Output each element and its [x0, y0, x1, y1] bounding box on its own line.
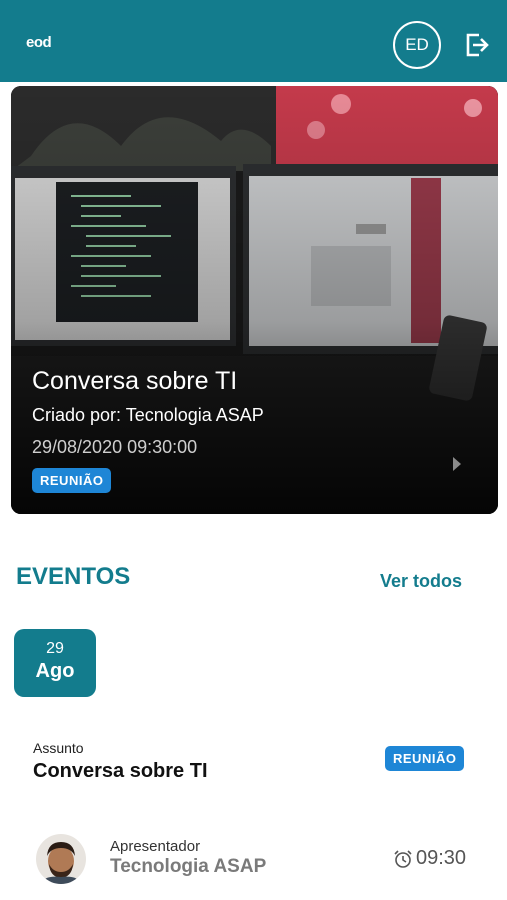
event-type-badge: REUNIÃO	[385, 746, 465, 771]
alarm-clock-icon	[394, 849, 412, 868]
event-subject[interactable]: Conversa sobre TI	[33, 760, 208, 783]
featured-event-creator: Criado por: Tecnologia ASAP	[32, 405, 264, 425]
chevron-right-icon[interactable]	[451, 456, 463, 472]
event-time-value: 09:30	[416, 847, 467, 869]
event-date-month: Ago	[35, 660, 75, 682]
logout-icon[interactable]	[463, 31, 491, 59]
top-app-bar: eod ED	[0, 0, 507, 82]
featured-event-title: Conversa sobre TI	[32, 367, 238, 395]
user-avatar-button[interactable]: ED	[393, 21, 441, 69]
event-date-badge: 29 Ago	[14, 629, 96, 697]
app-logo: eod	[26, 34, 52, 51]
presenter-avatar	[36, 834, 86, 884]
see-all-events-link[interactable]: Ver todos	[380, 571, 462, 592]
user-initials: ED	[405, 35, 429, 54]
event-subject-label: Assunto	[33, 740, 84, 756]
presenter-name: Tecnologia ASAP	[110, 856, 267, 877]
event-date-day: 29	[46, 640, 64, 657]
event-time: 09:30	[393, 847, 466, 870]
featured-event-type-badge: REUNIÃO	[32, 468, 112, 493]
featured-event-card[interactable]: Conversa sobre TI Criado por: Tecnologia…	[11, 86, 498, 514]
events-section-title: EVENTOS	[16, 563, 131, 590]
featured-event-datetime: 29/08/2020 09:30:00	[32, 437, 198, 457]
presenter-label: Apresentador	[110, 838, 201, 855]
